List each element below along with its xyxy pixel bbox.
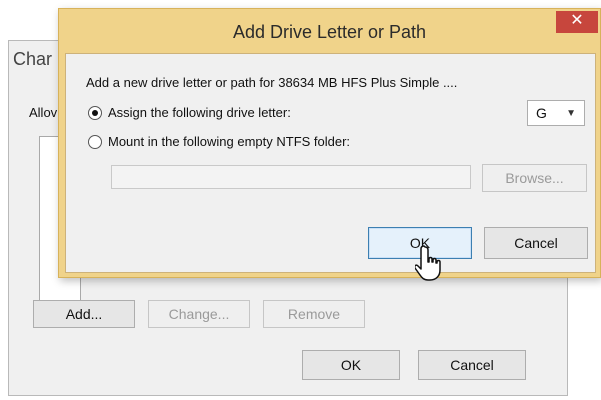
dialog-body: Add a new drive letter or path for 38634…: [65, 53, 596, 273]
ntfs-folder-input[interactable]: [111, 165, 471, 189]
background-cancel-button[interactable]: Cancel: [418, 350, 526, 380]
hand-pointer-icon: [414, 245, 449, 285]
radio-assign-label: Assign the following drive letter:: [108, 105, 291, 120]
radio-assign-indicator[interactable]: [88, 105, 102, 120]
close-icon: ✕: [570, 12, 584, 29]
dialog-title: Add Drive Letter or Path: [232, 22, 427, 42]
radio-assign-letter[interactable]: Assign the following drive letter:: [88, 105, 291, 120]
close-button[interactable]: ✕: [556, 11, 598, 33]
add-drive-letter-dialog: Add Drive Letter or Path ✕ Add a new dri…: [58, 8, 601, 278]
drive-letter-select[interactable]: G ▼: [527, 100, 585, 126]
cancel-button[interactable]: Cancel: [484, 227, 588, 259]
change-button[interactable]: Change...: [148, 300, 250, 328]
background-group-label: Allov: [29, 105, 58, 120]
chevron-down-icon: ▼: [566, 107, 576, 119]
drive-letter-value: G: [536, 105, 547, 121]
radio-mount-folder[interactable]: Mount in the following empty NTFS folder…: [88, 134, 350, 149]
background-ok-button[interactable]: OK: [302, 350, 400, 380]
radio-mount-label: Mount in the following empty NTFS folder…: [108, 134, 351, 149]
browse-button[interactable]: Browse...: [482, 164, 587, 192]
dialog-description: Add a new drive letter or path for 38634…: [86, 75, 458, 90]
add-button[interactable]: Add...: [33, 300, 135, 328]
background-dialog-title: Char: [13, 49, 53, 69]
radio-mount-indicator[interactable]: [88, 134, 102, 149]
remove-button[interactable]: Remove: [263, 300, 365, 328]
